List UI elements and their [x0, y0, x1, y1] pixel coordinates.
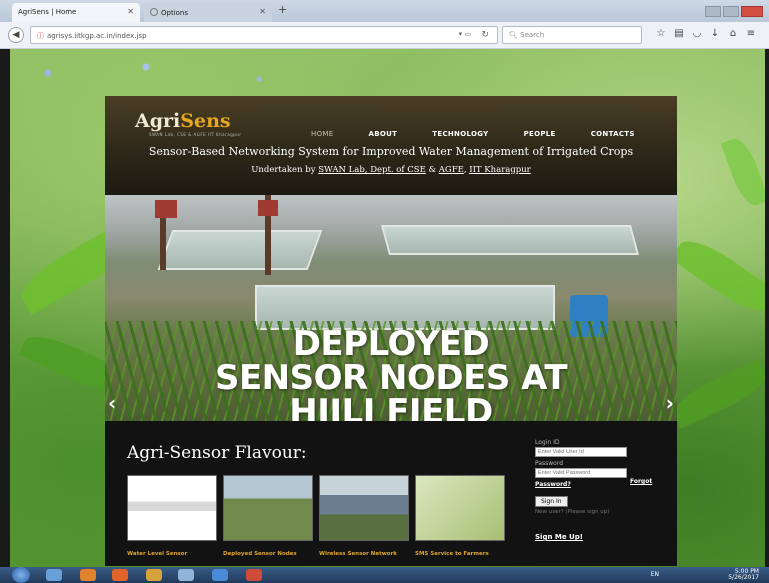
tab-title: AgriSens | Home — [18, 8, 77, 16]
background-leaf — [668, 359, 765, 429]
undertaken-amp: & — [425, 165, 439, 175]
flavour-title: Agri-Sensor Flavour: — [127, 443, 307, 463]
url-dropdown-icon[interactable]: ▾ ▭ — [459, 30, 471, 38]
login-id-input[interactable] — [535, 447, 627, 457]
menu-about[interactable]: ABOUT — [369, 130, 398, 138]
password-label: Password — [535, 460, 564, 467]
search-input[interactable]: 🔍︎ Search — [502, 26, 642, 44]
language-indicator[interactable]: EN — [651, 571, 659, 578]
file-explorer-icon[interactable] — [46, 569, 62, 581]
powerpoint-icon[interactable] — [246, 569, 262, 581]
star-icon[interactable]: ☆ — [652, 28, 670, 39]
site-tagline: Sensor-Based Networking System for Impro… — [148, 145, 634, 158]
menu-icon[interactable]: ≡ — [742, 28, 760, 39]
flavour-caption[interactable]: SMS Service to Farmers — [415, 551, 489, 557]
agfe-link[interactable]: AGFE — [439, 165, 464, 175]
sensor-box — [258, 200, 278, 216]
reload-icon[interactable]: ↻ — [481, 30, 489, 40]
sensor-box — [155, 200, 177, 218]
window-controls — [703, 2, 763, 21]
undertaken-prefix: Undertaken by — [251, 165, 319, 175]
back-button[interactable]: ◀ — [8, 27, 24, 43]
firefox-icon[interactable] — [112, 569, 128, 581]
forgot-password-link[interactable]: Forgot — [630, 478, 652, 485]
maximize-button[interactable] — [723, 6, 739, 17]
page-background: AgriSens SWAN Lab, CSE & AGFE IIT Kharag… — [10, 49, 765, 567]
slide-line: HIJLI FIELD — [289, 392, 493, 421]
slider-prev-arrow[interactable]: ‹ — [108, 391, 116, 415]
flavour-caption[interactable]: Wireless Sensor Network — [319, 551, 397, 557]
home-icon[interactable]: ⌂ — [724, 28, 742, 39]
sms-service-image[interactable] — [415, 475, 505, 541]
flavour-caption[interactable]: Deployed Sensor Nodes — [223, 551, 297, 557]
close-tab-icon[interactable]: ✕ — [259, 7, 266, 16]
address-bar[interactable]: ⓘ agrisys.iitkgp.ac.in/index.jsp ▾ ▭ ↻ — [30, 26, 498, 44]
search-icon: 🔍︎ — [509, 31, 518, 39]
site-header: AgriSens SWAN Lab, CSE & AGFE IIT Kharag… — [105, 96, 677, 195]
url-text: agrisys.iitkgp.ac.in/index.jsp — [47, 32, 147, 40]
close-window-button[interactable] — [741, 6, 763, 17]
clock-date[interactable]: 5/26/2017 — [728, 575, 759, 581]
windows-taskbar: 5:00 PM 5/26/2017 EN — [0, 567, 769, 583]
undertaken-line: Undertaken by SWAN Lab, Dept. of CSE & A… — [105, 165, 677, 175]
image-slider: DEPLOYED SENSOR NODES AT HIJLI FIELD — [105, 195, 677, 421]
login-form: Login ID Password Forgot Password? Sign … — [535, 439, 675, 541]
system-tray: 5:00 PM 5/26/2017 — [728, 569, 759, 581]
toolbar-icons: ☆ ▤ ◡ ↓ ⌂ ≡ — [652, 28, 760, 39]
slide-line: DEPLOYED — [292, 324, 490, 364]
search-placeholder: Search — [520, 31, 545, 39]
menu-home[interactable]: HOME — [311, 130, 333, 138]
minimize-button[interactable] — [705, 6, 721, 17]
login-id-label: Login ID — [535, 439, 560, 446]
site-logo[interactable]: AgriSens — [135, 110, 231, 132]
sign-in-button[interactable]: Sign In — [535, 496, 568, 507]
internet-explorer-icon[interactable] — [212, 569, 228, 581]
background-leaf — [720, 134, 765, 210]
forgot-password-link-2[interactable]: Password? — [535, 481, 675, 488]
new-user-text: New user? (Please sign up) — [535, 509, 610, 515]
start-button[interactable] — [12, 567, 30, 583]
tab-agrisens-home[interactable]: AgriSens | Home ✕ — [12, 3, 140, 22]
new-tab-button[interactable]: + — [278, 3, 287, 16]
tab-options[interactable]: Options ✕ — [144, 3, 272, 22]
password-input[interactable] — [535, 468, 627, 478]
menu-technology[interactable]: TECHNOLOGY — [432, 130, 488, 138]
close-tab-icon[interactable]: ✕ — [127, 7, 134, 16]
pocket-icon[interactable]: ◡ — [688, 28, 706, 39]
swan-lab-link[interactable]: SWAN Lab, Dept. of CSE — [318, 165, 426, 175]
field-pool — [157, 230, 323, 270]
sign-me-up-link[interactable]: Sign Me Up! — [535, 533, 675, 541]
background-leaf — [670, 230, 765, 322]
site-container: AgriSens SWAN Lab, CSE & AGFE IIT Kharag… — [105, 96, 677, 566]
browser-tab-bar: AgriSens | Home ✕ Options ✕ + — [0, 0, 769, 22]
slider-next-arrow[interactable]: › — [666, 391, 674, 415]
field-pool — [380, 225, 640, 255]
menu-contacts[interactable]: CONTACTS — [591, 130, 635, 138]
gear-icon — [150, 8, 158, 16]
flavour-caption[interactable]: Water Level Sensor — [127, 551, 187, 557]
site-info-icon[interactable]: ⓘ — [37, 32, 44, 40]
browser-nav-bar: ◀ ⓘ agrisys.iitkgp.ac.in/index.jsp ▾ ▭ ↻ … — [0, 22, 769, 49]
download-icon[interactable]: ↓ — [706, 28, 724, 39]
tab-title: Options — [161, 9, 189, 17]
bottom-section: Agri-Sensor Flavour: Water Level Sensor … — [105, 421, 677, 566]
main-menu: HOME ABOUT TECHNOLOGY PEOPLE CONTACTS — [311, 121, 665, 140]
wireless-sensor-network-image[interactable] — [319, 475, 409, 541]
vlc-icon[interactable] — [146, 569, 162, 581]
logo-prefix: Agri — [135, 110, 181, 132]
reading-list-icon[interactable]: ▤ — [670, 28, 688, 39]
tools-icon[interactable] — [178, 569, 194, 581]
menu-people[interactable]: PEOPLE — [524, 130, 556, 138]
logo-accent: Sens — [180, 110, 231, 132]
slide-line: SENSOR NODES AT — [214, 358, 568, 398]
water-level-sensor-image[interactable] — [127, 475, 217, 541]
deployed-sensor-nodes-image[interactable] — [223, 475, 313, 541]
iit-link[interactable]: IIT Kharagpur — [469, 165, 531, 175]
logo-subtitle: SWAN Lab, CSE & AGFE IIT Kharagpur — [149, 132, 242, 137]
slide-caption: DEPLOYED SENSOR NODES AT HIJLI FIELD — [105, 327, 677, 421]
media-player-icon[interactable] — [80, 569, 96, 581]
